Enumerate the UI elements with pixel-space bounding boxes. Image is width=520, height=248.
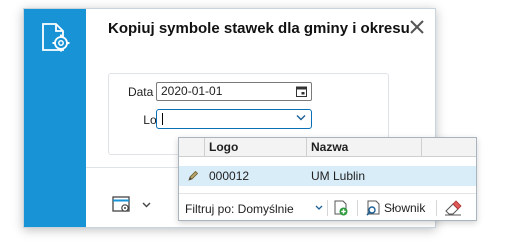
toolbar-separator: [357, 200, 358, 216]
window-settings-button[interactable]: [112, 195, 154, 215]
calendar-icon[interactable]: [296, 86, 307, 97]
column-header-nazwa[interactable]: Nazwa: [307, 138, 422, 157]
date-from-value: 2020-01-01: [161, 84, 223, 98]
chevron-down-icon: [142, 202, 151, 208]
header-filler: [422, 138, 476, 157]
dropdown-header: Logo Nazwa: [179, 138, 476, 157]
list-item[interactable]: 000012 UM Lublin: [179, 166, 476, 186]
row-logo: 000012: [209, 169, 250, 183]
dropdown-footer: Filtruj po: Domyślnie Słownik: [179, 193, 476, 220]
header-icon-column: [179, 138, 205, 157]
dictionary-label: Słownik: [384, 201, 426, 215]
dialog-side-strip: [24, 9, 86, 227]
toolbar-separator: [436, 200, 437, 216]
add-document-icon: [334, 200, 348, 216]
clear-button[interactable]: [443, 198, 463, 218]
eraser-icon: [445, 200, 462, 216]
dictionary-button[interactable]: Słownik: [365, 198, 425, 218]
window-settings-icon: [112, 196, 130, 212]
dialog-title: Kopiuj symbole stawek dla gminy i okresu: [108, 20, 410, 37]
logo-dropdown-list: Logo Nazwa 000012 UM Lublin Filtruj po: …: [178, 137, 477, 221]
close-icon: [410, 20, 424, 34]
row-nazwa: UM Lublin: [311, 169, 366, 183]
column-header-logo[interactable]: Logo: [205, 138, 307, 157]
chevron-down-icon[interactable]: [296, 114, 306, 121]
text-caret: [162, 113, 163, 125]
add-button[interactable]: [333, 198, 349, 218]
search-document-icon: [366, 200, 380, 216]
close-button[interactable]: [407, 17, 427, 37]
toolbar-separator: [327, 200, 328, 216]
logo-combobox[interactable]: [156, 109, 312, 129]
chevron-down-icon[interactable]: [315, 205, 323, 210]
filter-selector[interactable]: Filtruj po: Domyślnie: [185, 202, 294, 216]
document-settings-icon: [42, 23, 70, 52]
pencil-icon: [188, 170, 199, 181]
date-from-input[interactable]: 2020-01-01: [156, 82, 312, 101]
